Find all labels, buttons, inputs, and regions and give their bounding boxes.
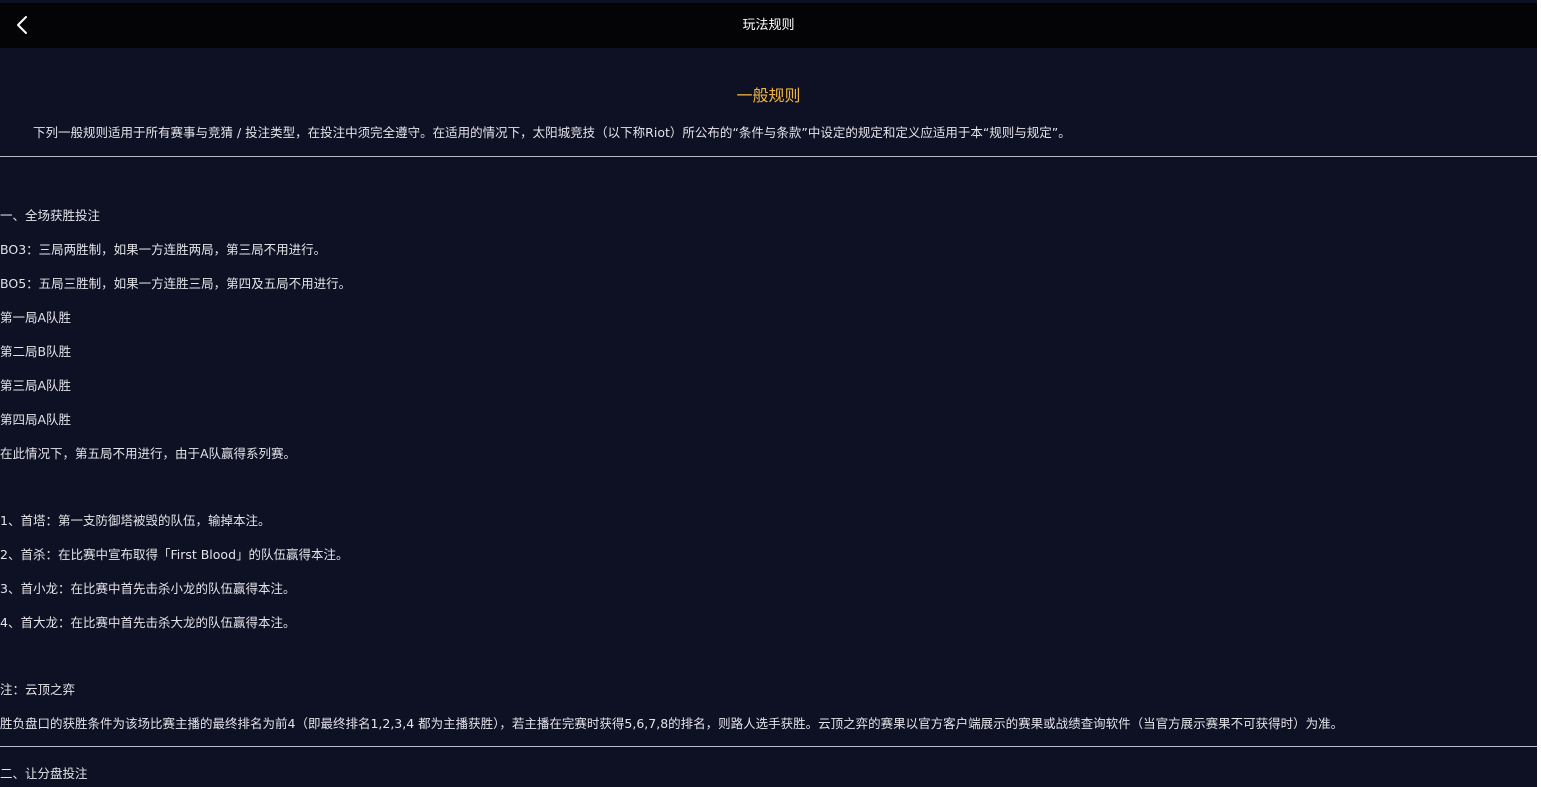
note-body: 胜负盘口的获胜条件为该场比赛主播的最终排名为前4（即最终排名1,2,3,4 都为… — [0, 716, 1344, 731]
divider — [0, 746, 1537, 747]
rule-first-blood: 2、首杀：在比赛中宣布取得「First Blood」的队伍赢得本注。 — [0, 547, 349, 562]
rule-first-dragon: 3、首小龙：在比赛中首先击杀小龙的队伍赢得本注。 — [0, 581, 296, 596]
rule-line-bo5: BO5：五局三胜制，如果一方连胜三局，第四及五局不用进行。 — [0, 276, 352, 291]
example-game1: 第一局A队胜 — [0, 310, 72, 325]
section-title: 一般规则 — [736, 86, 801, 105]
rule-first-baron: 4、首大龙：在比赛中首先击杀大龙的队伍赢得本注。 — [0, 615, 296, 630]
window-edge — [1537, 0, 1541, 787]
rule-line-bo3: BO3：三局两胜制，如果一方连胜两局，第三局不用进行。 — [0, 242, 327, 257]
win-bet-heading: 一、全场获胜投注 — [0, 208, 101, 223]
example-conclusion: 在此情况下，第五局不用进行，由于A队赢得系列赛。 — [0, 446, 297, 461]
rule-first-tower: 1、首塔：第一支防御塔被毁的队伍，输掉本注。 — [0, 513, 271, 528]
intro-paragraph: 下列一般规则适用于所有赛事与竞猜 / 投注类型，在投注中须完全遵守。在适用的情况… — [33, 125, 1071, 140]
rules-page: 玩法规则 一般规则 下列一般规则适用于所有赛事与竞猜 / 投注类型，在投注中须完… — [0, 0, 1537, 787]
example-game2: 第二局B队胜 — [0, 344, 72, 359]
note-heading: 注：云顶之弈 — [0, 682, 76, 697]
page-title: 玩法规则 — [742, 18, 795, 33]
example-game4: 第四局A队胜 — [0, 412, 72, 427]
example-game3: 第三局A队胜 — [0, 378, 72, 393]
handicap-bet-heading: 二、让分盘投注 — [0, 766, 88, 781]
divider — [0, 156, 1537, 157]
top-nav-bar: 玩法规则 — [0, 3, 1537, 48]
